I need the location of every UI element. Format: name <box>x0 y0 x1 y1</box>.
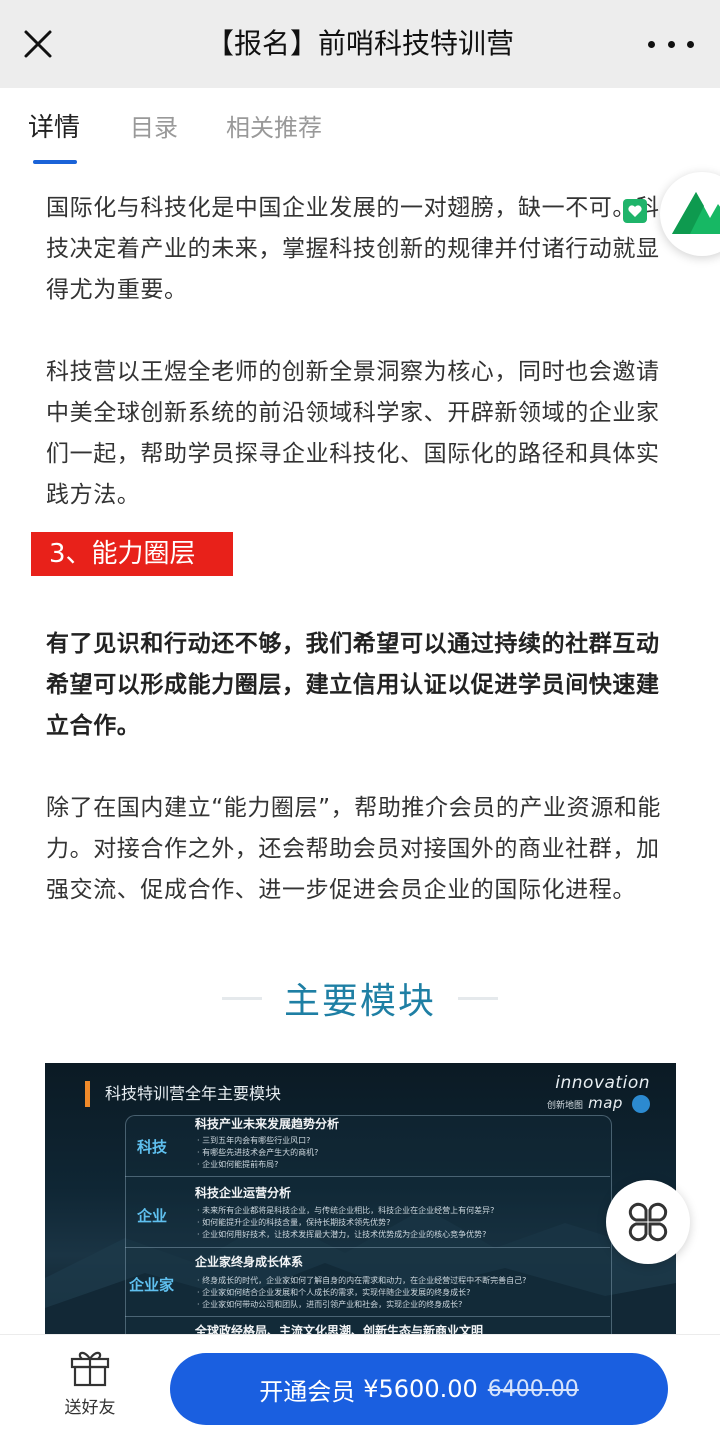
gift-label: 送好友 <box>64 1398 116 1418</box>
paragraph-core: 科技营以王煜全老师的创新全景洞察为核心，同时也会邀请中美全球创新系统的前沿领域科… <box>46 359 660 508</box>
share-gift-button[interactable]: 送好友 <box>54 1347 126 1418</box>
paragraph-intro: 国际化与科技化是中国企业发展的一对翅膀，缺一不可。科技决定着产业的未来，掌握科技… <box>46 195 660 303</box>
paragraph-ability: 除了在国内建立“能力圈层”，帮助推介会员的产业资源和能力。对接合作之外，还会帮助… <box>46 795 662 903</box>
row-divider <box>125 1247 610 1248</box>
floating-menu-button[interactable] <box>606 1180 690 1264</box>
tab-details[interactable]: 详情 <box>28 110 80 146</box>
category-label: 企业家 <box>129 1276 175 1294</box>
module-bullet: · 有哪些先进技术会产生大的商机? <box>197 1148 319 1157</box>
row-divider <box>125 1176 610 1177</box>
divider-left <box>221 996 262 1000</box>
title-accent-bar <box>85 1081 90 1107</box>
module-bullet: · 企业如何能提前布局? <box>197 1160 279 1169</box>
module-bullet: · 企业家如何结合企业发展和个人成长的需求，实现伴随企业发展的终身成长? <box>197 1288 471 1297</box>
category-label: 企业 <box>137 1207 168 1225</box>
module-head: 科技产业未来发展趋势分析 <box>195 1117 340 1131</box>
section-tag: 3、能力圈层 <box>31 532 233 576</box>
tab-bar: 详情 目录 相关推荐 <box>0 88 720 172</box>
module-bullet: · 终身成长的时代，企业家如何了解自身的内在需求和动力，在企业经营过程中不断完善… <box>197 1276 527 1285</box>
module-bullet: · 三到五年内会有哪些行业风口? <box>197 1136 311 1145</box>
open-membership-button[interactable]: 开通会员 ¥5600.00 6400.00 <box>170 1353 668 1425</box>
dot <box>648 40 655 48</box>
clover-grid-icon <box>628 1202 668 1242</box>
module-head: 科技企业运营分析 <box>195 1186 292 1200</box>
module-heading-text: 主要模块 <box>283 981 436 1022</box>
tab-catalog[interactable]: 目录 <box>130 110 178 146</box>
globe-icon <box>632 1094 650 1113</box>
tab-recommend[interactable]: 相关推荐 <box>226 110 322 146</box>
article-body: 国际化与科技化是中国企业发展的一对翅膀，缺一不可。科技决定着产业的未来，掌握科技… <box>46 180 678 516</box>
dot <box>667 40 675 48</box>
module-overview-image[interactable]: 科技特训营全年主要模块 innovation 创新地图 map 科技 科技产业未… <box>45 1063 676 1338</box>
article-body-2: 有了见识和行动还不够，我们希望可以通过持续的社群互动希望可以形成能力圈层，建立信… <box>46 624 678 911</box>
module-bullet: · 企业家如何带动公司和团队，进而引领产业和社会，实现企业的终身成长? <box>197 1300 463 1309</box>
module-head: 企业家终身成长体系 <box>195 1255 304 1269</box>
more-dots-icon[interactable] <box>648 24 694 64</box>
floating-logo-button[interactable] <box>660 172 720 256</box>
logo-line2: 创新地图 <box>546 1101 583 1111</box>
divider-right <box>458 996 498 1000</box>
current-price: ¥5600.00 <box>363 1375 478 1403</box>
module-image-title: 科技特训营全年主要模块 <box>105 1084 282 1103</box>
module-bullet: · 未来所有企业都将是科技企业，与传统企业相比，科技企业在企业经营上有何差异? <box>197 1206 495 1215</box>
page-title: 【报名】前哨科技特训营 <box>205 27 514 60</box>
buy-label: 开通会员 <box>259 1377 356 1406</box>
module-heading: 主要模块 <box>0 968 720 1028</box>
row-divider <box>125 1316 610 1317</box>
innovation-map-logo: innovation 创新地图 map <box>547 1073 650 1113</box>
navigation-bar: 【报名】前哨科技特训营 <box>0 0 720 88</box>
module-bullet: · 企业如何用好技术，让技术发挥最大潜力，让技术优势成为企业的核心竞争优势? <box>197 1230 487 1239</box>
original-price: 6400.00 <box>487 1376 579 1402</box>
active-tab-indicator <box>33 160 77 164</box>
dot <box>687 40 694 48</box>
module-bullet: · 如何能提升企业的科技含量，保持长期技术领先优势? <box>197 1218 391 1227</box>
bookmark-heart-icon[interactable] <box>622 198 648 224</box>
paragraph-highlight: 有了见识和行动还不够，我们希望可以通过持续的社群互动希望可以形成能力圈层，建立信… <box>46 631 660 739</box>
bottom-action-bar: 送好友 开通会员 ¥5600.00 6400.00 <box>0 1334 720 1438</box>
gift-icon <box>70 1351 110 1387</box>
logo-line3: map <box>588 1094 623 1112</box>
category-label: 科技 <box>137 1138 168 1156</box>
green-mountain-logo-icon <box>672 192 720 234</box>
logo-line1: innovation <box>555 1073 650 1093</box>
